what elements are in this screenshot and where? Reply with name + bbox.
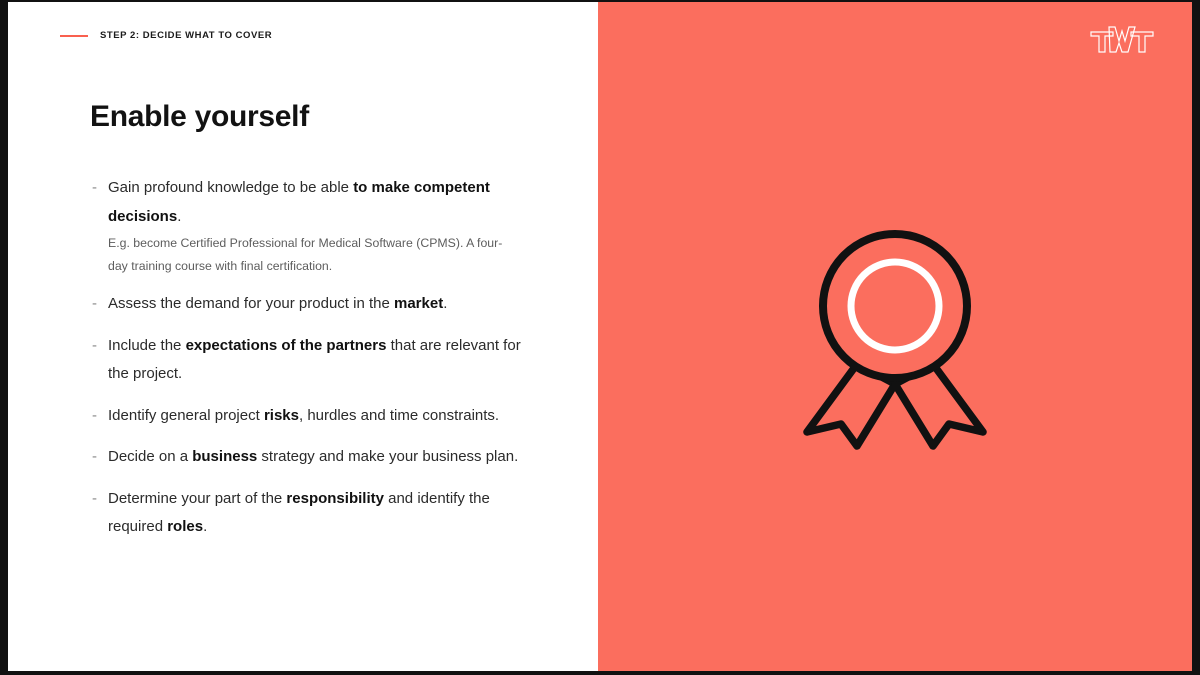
bullet-text: Gain profound knowledge to be able to ma… xyxy=(108,179,490,225)
accent-panel xyxy=(598,2,1192,671)
eyebrow-rule-icon xyxy=(60,34,88,37)
bullet-list: - Gain profound knowledge to be able to … xyxy=(92,174,522,555)
list-item: - Decide on a business strategy and make… xyxy=(92,443,522,472)
bullet-text-prefix: Identify general project xyxy=(108,406,264,424)
step-eyebrow: STEP 2: DECIDE WHAT TO COVER xyxy=(60,30,272,41)
bullet-text-prefix: Include the xyxy=(108,336,186,354)
list-item: - Identify general project risks, hurdle… xyxy=(92,402,522,431)
bullet-marker-icon: - xyxy=(92,448,97,465)
bullet-text-prefix: Gain profound knowledge to be able xyxy=(108,179,354,196)
bullet-text-prefix: Determine your part of the xyxy=(108,489,287,507)
bullet-text: Identify general project risks, hurdles … xyxy=(108,407,499,424)
bullet-text-prefix: Assess the demand for your product in th… xyxy=(108,295,394,312)
list-item: - Include the expectations of the partne… xyxy=(92,332,522,389)
bullet-note: E.g. become Certified Professional for M… xyxy=(108,236,503,273)
bullet-text-suffix-2: . xyxy=(203,518,208,535)
bullet-text: Determine your part of the responsibilit… xyxy=(108,490,490,536)
bullet-text-emphasis: risks xyxy=(263,406,299,424)
bullet-text: Decide on a business strategy and make y… xyxy=(108,448,518,465)
content-panel: STEP 2: DECIDE WHAT TO COVER Enable your… xyxy=(8,2,598,671)
bullet-text-emphasis: expectations of the partners xyxy=(185,336,387,354)
bullet-marker-icon: - xyxy=(92,295,97,312)
bullet-text-emphasis: market xyxy=(394,295,444,312)
bullet-text-emphasis-2: roles xyxy=(167,518,204,535)
list-item: - Determine your part of the responsibil… xyxy=(92,485,522,542)
bullet-text-suffix: . xyxy=(177,207,182,225)
bullet-text: Include the expectations of the partners… xyxy=(108,337,521,383)
presentation-slide: STEP 2: DECIDE WHAT TO COVER Enable your… xyxy=(8,2,1192,671)
award-ribbon-illustration xyxy=(785,224,1005,454)
bullet-text-prefix: Decide on a xyxy=(108,448,193,465)
list-item: - Gain profound knowledge to be able to … xyxy=(92,174,522,277)
twt-logo-icon xyxy=(1090,24,1154,54)
page-title: Enable yourself xyxy=(90,100,309,133)
slide-frame: STEP 2: DECIDE WHAT TO COVER Enable your… xyxy=(0,0,1200,675)
list-item: - Assess the demand for your product in … xyxy=(92,290,522,319)
bullet-text-emphasis: responsibility xyxy=(286,489,384,507)
bullet-text-suffix: strategy and make your business plan. xyxy=(257,448,519,465)
bullet-text-emphasis: business xyxy=(192,448,258,465)
eyebrow-label: STEP 2: DECIDE WHAT TO COVER xyxy=(100,30,273,41)
bullet-marker-icon: - xyxy=(92,336,97,354)
bullet-marker-icon: - xyxy=(92,489,97,507)
bullet-text-suffix: . xyxy=(443,295,448,312)
bullet-text: Assess the demand for your product in th… xyxy=(108,295,447,312)
bullet-marker-icon: - xyxy=(92,406,97,424)
bullet-marker-icon: - xyxy=(92,179,97,196)
bullet-text-suffix: , hurdles and time constraints. xyxy=(298,406,500,424)
